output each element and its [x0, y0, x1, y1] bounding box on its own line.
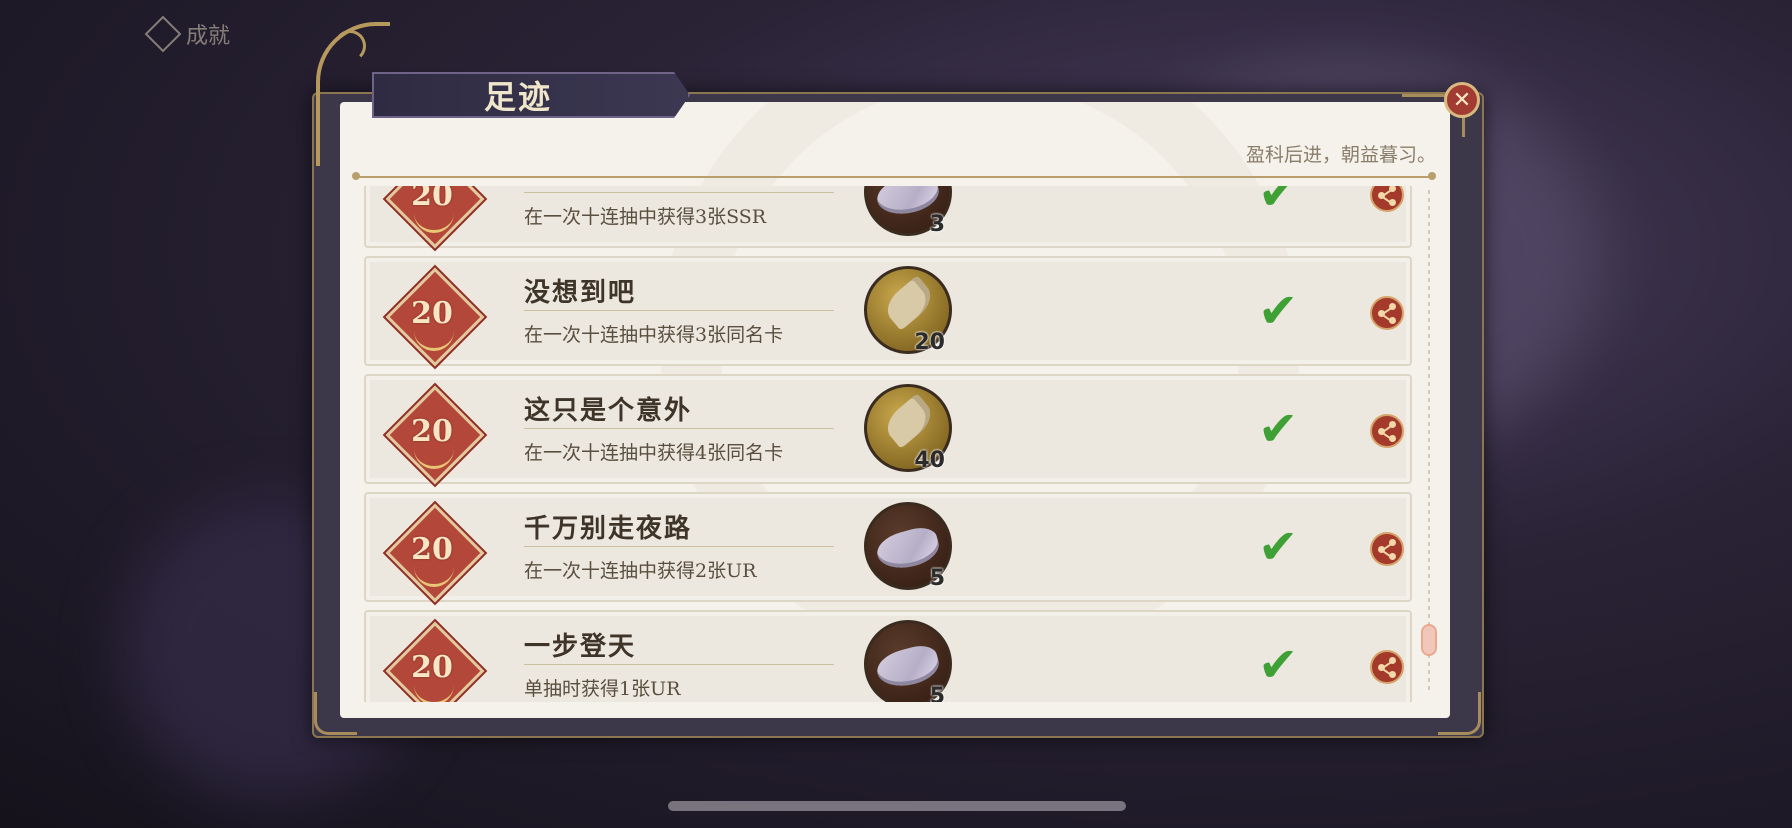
check-icon: ✔	[1258, 186, 1299, 221]
achievement-row: 20 在一次十连抽中获得3张SSR 3 ✔	[364, 186, 1412, 249]
share-icon	[1389, 199, 1396, 206]
share-icon	[1389, 186, 1396, 192]
share-icon	[1389, 435, 1396, 442]
share-icon	[1389, 553, 1396, 560]
achievement-desc: 在一次十连抽中获得3张同名卡	[524, 324, 784, 346]
reward-count: 40	[914, 448, 945, 473]
reward-item[interactable]: 5	[864, 620, 952, 702]
panel-title: 足迹	[484, 78, 553, 116]
reward-count: 5	[929, 684, 945, 702]
reward-item[interactable]: 20	[864, 266, 952, 355]
reward-count: 3	[929, 212, 945, 237]
share-button[interactable]	[1370, 650, 1404, 684]
share-button[interactable]	[1370, 296, 1404, 330]
reward-count: 20	[914, 330, 945, 355]
check-icon: ✔	[1258, 637, 1299, 693]
top-nav-text: 成就	[186, 24, 231, 49]
share-icon	[1378, 664, 1385, 671]
share-icon	[1389, 317, 1396, 324]
achievement-row: 20 千万别走夜路 在一次十连抽中获得2张UR 5 ✔	[364, 492, 1412, 603]
share-icon	[1389, 657, 1396, 664]
reward-item[interactable]: 3	[864, 186, 952, 237]
panel-title-tab: 足迹	[372, 72, 690, 118]
row-divider	[524, 428, 834, 429]
achievement-badge: 20	[385, 186, 485, 249]
row-divider	[524, 192, 834, 193]
share-icon	[1378, 192, 1385, 199]
achievement-desc: 单抽时获得1张UR	[524, 678, 681, 700]
share-icon	[1389, 303, 1396, 310]
check-icon: ✔	[1258, 401, 1299, 457]
panel-subtitle: 盈科后进，朝益暮习。	[1245, 144, 1436, 166]
achievement-badge: 20	[385, 503, 485, 603]
share-icon	[1389, 539, 1396, 546]
row-divider	[524, 664, 834, 665]
close-icon: ✕	[1452, 87, 1472, 113]
scrollbar-thumb[interactable]	[1421, 624, 1437, 656]
top-nav-label[interactable]: 成就	[144, 15, 350, 53]
achievement-row: 20 没想到吧 在一次十连抽中获得3张同名卡 20 ✔	[364, 256, 1412, 367]
feather-icon	[880, 275, 938, 331]
scrollbar-track[interactable]	[1428, 190, 1430, 690]
achievement-desc: 在一次十连抽中获得4张同名卡	[524, 442, 784, 464]
share-button[interactable]	[1370, 414, 1404, 448]
share-icon	[1389, 421, 1396, 428]
close-button[interactable]: ✕	[1444, 82, 1480, 118]
achievement-row: 20 这只是个意外 在一次十连抽中获得4张同名卡 40 ✔	[364, 374, 1412, 485]
achievement-list[interactable]: 20 在一次十连抽中获得3张SSR 3 ✔ 20 没想到吧 在一次十连抽中获得3…	[364, 186, 1414, 702]
reward-item[interactable]: 5	[864, 502, 952, 591]
share-icon	[1378, 546, 1385, 553]
row-divider	[524, 546, 834, 547]
achievement-desc: 在一次十连抽中获得3张SSR	[524, 206, 767, 228]
home-indicator[interactable]	[668, 801, 1126, 811]
share-icon	[1378, 310, 1385, 317]
reward-item[interactable]: 40	[864, 384, 952, 473]
achievement-title: 一步登天	[524, 632, 637, 662]
achievement-title: 千万别走夜路	[524, 514, 693, 544]
check-icon: ✔	[1258, 283, 1299, 339]
achievement-desc: 在一次十连抽中获得2张UR	[524, 560, 757, 582]
share-button[interactable]	[1370, 186, 1404, 212]
diamond-icon	[144, 15, 182, 53]
achievement-title: 没想到吧	[524, 278, 637, 308]
share-icon	[1389, 671, 1396, 678]
share-icon	[1378, 428, 1385, 435]
divider	[352, 172, 1436, 180]
check-icon: ✔	[1258, 519, 1299, 575]
feather-icon	[880, 393, 938, 449]
row-divider	[524, 310, 834, 311]
reward-count: 5	[929, 566, 945, 591]
achievement-title: 这只是个意外	[524, 396, 693, 426]
achievement-badge: 20	[385, 267, 485, 367]
badge-swirl-icon	[414, 678, 454, 702]
achievement-badge: 20	[385, 621, 485, 702]
achievement-row: 20 一步登天 单抽时获得1张UR 5 ✔	[364, 610, 1412, 702]
share-button[interactable]	[1370, 532, 1404, 566]
achievement-badge: 20	[385, 385, 485, 485]
